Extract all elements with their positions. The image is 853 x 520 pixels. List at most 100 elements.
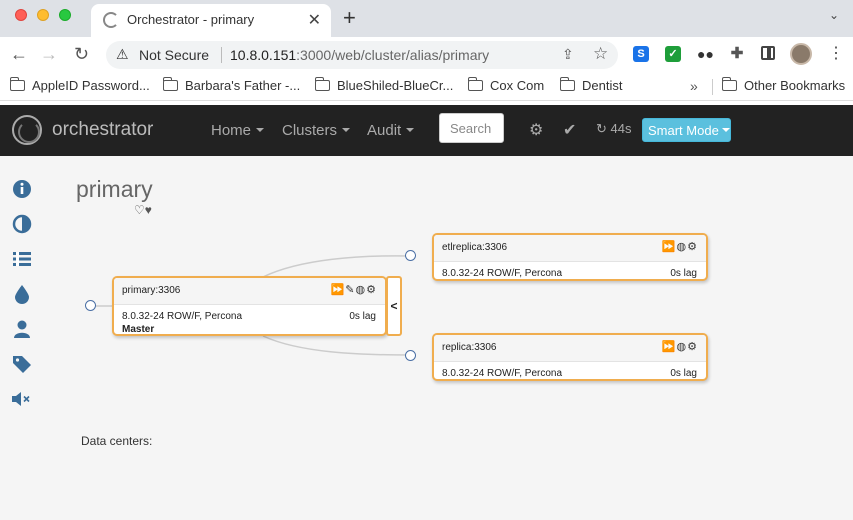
folder-icon [162,77,178,91]
gear-icon[interactable]: ⚙ [687,341,698,353]
instance-node-etlreplica[interactable]: etlreplica:3306 ⏩◍⚙ 8.0.32-24 ROW/F, Per… [432,233,708,281]
caret-down-icon [406,128,415,132]
instance-node-primary[interactable]: primary:3306 ⏩✎◍⚙ 8.0.32-24 ROW/F, Perco… [112,276,387,336]
node-version: 8.0.32-24 ROW/F, Percona [442,268,563,279]
extension-check-icon[interactable]: ✓ [665,46,681,62]
node-connector-dot[interactable] [85,300,96,311]
tab-search-chevron-icon[interactable]: ⌄ [829,8,839,22]
warning-triangle-icon[interactable]: ⚠ [116,46,129,63]
node-header: etlreplica:3306 ⏩◍⚙ [434,235,706,262]
fast-forward-icon[interactable]: ⏩ [662,341,677,353]
caret-down-icon [256,128,265,132]
gear-icon[interactable]: ⚙ [687,241,698,253]
bookmark-label: Other Bookmarks [744,78,846,93]
globe-icon[interactable]: ◍ [356,284,367,296]
browser-tab[interactable]: Orchestrator - primary ✕ [91,4,331,37]
bookmark-item[interactable]: Cox Com [467,77,545,93]
node-version: 8.0.32-24 ROW/F, Percona [442,368,563,379]
side-panel-icon[interactable] [761,46,775,60]
bookmarks-bar: AppleID Password... Barbara's Father -..… [0,73,853,101]
bookmark-label: Barbara's Father -... [185,78,301,93]
new-tab-button[interactable]: + [343,5,356,31]
gear-icon[interactable]: ⚙ [366,284,377,296]
share-icon[interactable]: ⇪ [562,46,574,63]
node-lag: 0s lag [670,268,697,279]
bookmarks-overflow-button[interactable]: » [690,78,698,94]
node-connector-dot[interactable] [405,350,416,361]
collapse-chevron-left-icon[interactable]: < [386,276,402,336]
node-lag: 0s lag [349,311,376,322]
bookmark-star-icon[interactable]: ☆ [593,44,608,64]
smart-mode-label: Smart Mode [648,123,719,138]
nav-clusters-label: Clusters [282,122,338,139]
folder-icon [467,77,483,91]
forward-arrow-icon[interactable]: → [40,43,58,65]
node-tools: ⏩✎◍⚙ [331,283,377,296]
url-text[interactable]: 10.8.0.151:3000/web/cluster/alias/primar… [230,47,489,63]
node-connector-dot[interactable] [405,250,416,261]
folder-icon [314,77,330,91]
extension-s-icon[interactable]: S [633,46,649,62]
back-arrow-icon[interactable]: ← [10,43,28,65]
not-secure-label[interactable]: Not Secure [139,47,209,63]
instance-node-replica[interactable]: replica:3306 ⏩◍⚙ 8.0.32-24 ROW/F, Percon… [432,333,708,381]
url-host: 10.8.0.151 [230,47,297,63]
bookmark-label: Cox Com [490,78,545,93]
topology-links [96,255,411,356]
fast-forward-icon[interactable]: ⏩ [331,284,346,296]
bookmark-item[interactable]: AppleID Password... [9,77,150,93]
main-content: primary ♡♥ primary:3306 ⏩✎◍⚙ 8.0.32-24 R… [0,156,853,520]
link-primary-replica [262,335,411,356]
url-path: :3000/web/cluster/alias/primary [296,47,490,63]
nav-home[interactable]: Home [211,122,265,139]
fast-forward-icon[interactable]: ⏩ [662,241,677,253]
globe-icon[interactable]: ◍ [677,241,688,253]
close-window-button[interactable] [15,9,27,21]
folder-icon [721,77,737,91]
caret-down-icon [342,128,351,132]
zoom-window-button[interactable] [59,9,71,21]
check-circle-icon[interactable]: ✔ [563,120,576,140]
pencil-icon[interactable]: ✎ [345,284,355,296]
extensions-puzzle-icon[interactable]: ✚ [729,46,745,62]
node-tools: ⏩◍⚙ [662,340,698,353]
node-tools: ⏩◍⚙ [662,240,698,253]
node-name: replica:3306 [442,342,497,353]
node-name: primary:3306 [122,285,181,296]
folder-icon [9,77,25,91]
node-role: Master [122,324,155,335]
nav-clusters[interactable]: Clusters [282,122,351,139]
node-header: primary:3306 ⏩✎◍⚙ [114,278,385,305]
orchestrator-logo-icon[interactable] [12,115,42,145]
reload-icon[interactable]: ↻ [74,43,89,65]
auto-refresh-counter[interactable]: ↻ 44s [596,121,632,137]
address-bar[interactable]: ⚠ Not Secure 10.8.0.151:3000/web/cluster… [106,41,618,69]
brand-name[interactable]: orchestrator [52,119,153,141]
refresh-icon: ↻ [596,121,607,136]
link-primary-etlreplica [262,255,411,278]
bookmark-label: BlueShiled-BlueCr... [337,78,454,93]
folder-icon [559,77,575,91]
bookmark-item[interactable]: Dentist [559,77,622,93]
tab-title: Orchestrator - primary [127,12,255,27]
bookmarks-divider [712,79,713,95]
node-body: 8.0.32-24 ROW/F, Percona 0s lag [434,262,706,279]
globe-icon[interactable]: ◍ [677,341,688,353]
extension-dots-icon[interactable]: ●● [697,46,714,62]
browser-menu-icon[interactable]: ⋮ [828,43,844,65]
node-version: 8.0.32-24 ROW/F, Percona [122,311,243,322]
nav-audit-label: Audit [367,122,402,139]
settings-gear-icon[interactable]: ⚙ [529,120,543,140]
search-input[interactable] [439,113,504,143]
tab-close-icon[interactable]: ✕ [308,10,321,30]
bookmark-item[interactable]: Barbara's Father -... [162,77,301,93]
minimize-window-button[interactable] [37,9,49,21]
bookmark-item[interactable]: BlueShiled-BlueCr... [314,77,454,93]
caret-down-icon [721,128,730,132]
bookmark-label: AppleID Password... [32,78,150,93]
nav-audit[interactable]: Audit [367,122,415,139]
profile-avatar[interactable] [790,43,812,65]
smart-mode-dropdown[interactable]: Smart Mode [642,118,731,142]
node-name: etlreplica:3306 [442,242,508,253]
other-bookmarks[interactable]: Other Bookmarks [721,77,846,93]
